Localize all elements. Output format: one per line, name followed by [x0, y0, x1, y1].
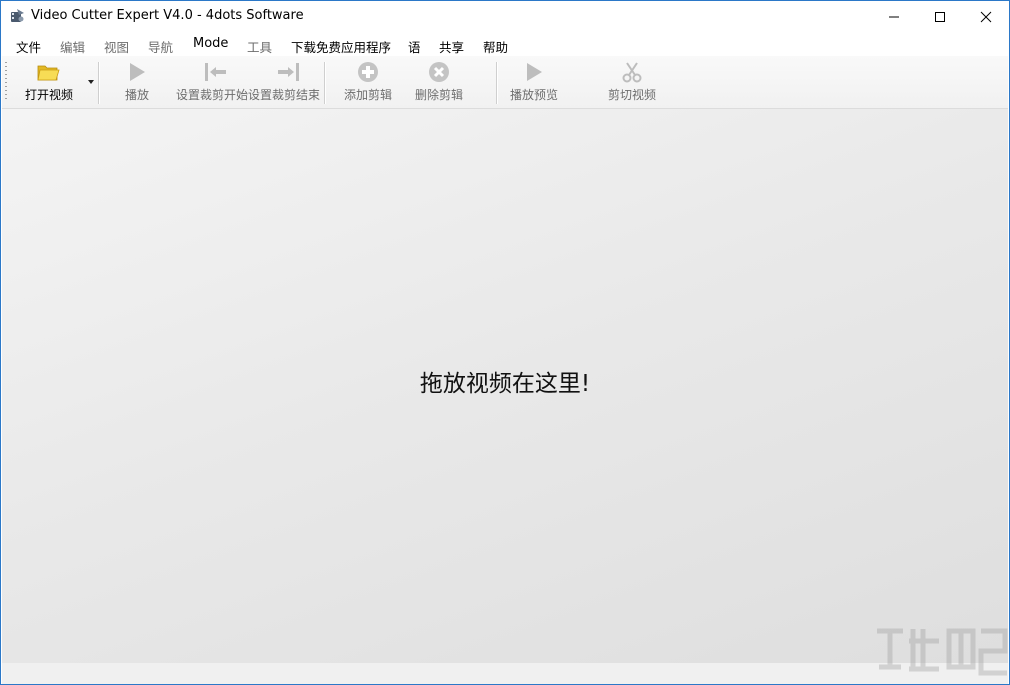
- open-video-button[interactable]: 打开视频: [14, 56, 84, 108]
- title-bar[interactable]: Video Cutter Expert V4.0 - 4dots Softwar…: [1, 1, 1009, 32]
- play-icon: [126, 61, 148, 83]
- toolbar: 打开视频 播放 设置裁剪开始: [2, 56, 1008, 109]
- arrow-right-bar-icon: [276, 61, 298, 83]
- set-cut-end-label: 设置裁剪结束: [248, 86, 320, 103]
- toolbar-separator: [324, 62, 326, 104]
- set-cut-start-button[interactable]: 设置裁剪开始: [176, 56, 248, 108]
- add-cut-label: 添加剪辑: [336, 86, 400, 103]
- toolbar-grip[interactable]: [5, 62, 7, 102]
- delete-cut-button[interactable]: 删除剪辑: [407, 56, 471, 108]
- menu-help[interactable]: 帮助: [483, 37, 508, 56]
- video-drop-area[interactable]: 拖放视频在这里!: [2, 109, 1008, 663]
- cut-video-label: 剪切视频: [600, 86, 664, 103]
- close-icon: [980, 11, 992, 23]
- set-cut-start-label: 设置裁剪开始: [176, 86, 248, 103]
- menu-navigate[interactable]: 导航: [148, 37, 173, 56]
- menu-mode[interactable]: Mode: [193, 36, 228, 51]
- app-window: Video Cutter Expert V4.0 - 4dots Softwar…: [0, 0, 1010, 685]
- play-preview-label: 播放预览: [502, 86, 566, 103]
- minimize-button[interactable]: [871, 1, 917, 32]
- window-title: Video Cutter Expert V4.0 - 4dots Softwar…: [31, 8, 304, 23]
- delete-cut-label: 删除剪辑: [407, 86, 471, 103]
- play-preview-button[interactable]: 播放预览: [502, 56, 566, 108]
- watermark-logo: [873, 621, 1009, 683]
- minimize-icon: [888, 11, 900, 23]
- folder-icon: [36, 61, 58, 83]
- x-circle-icon: [428, 61, 450, 83]
- status-bar: [2, 663, 1008, 684]
- menu-download-free-apps[interactable]: 下载免费应用程序: [291, 37, 391, 56]
- film-icon: [9, 8, 25, 24]
- toolbar-separator: [496, 62, 498, 104]
- drop-hint: 拖放视频在这里!: [2, 364, 1008, 398]
- scissors-icon: [621, 61, 643, 83]
- close-button[interactable]: [963, 1, 1009, 32]
- open-video-dropdown-icon[interactable]: [88, 80, 94, 84]
- set-cut-end-button[interactable]: 设置裁剪结束: [248, 56, 320, 108]
- toolbar-separator: [98, 62, 100, 104]
- play-button[interactable]: 播放: [110, 56, 164, 108]
- menu-language[interactable]: 语: [408, 37, 421, 56]
- plus-circle-icon: [357, 61, 379, 83]
- maximize-button[interactable]: [917, 1, 963, 32]
- menu-bar: 文件 编辑 视图 导航 Mode 工具 下载免费应用程序 语 共享 帮助: [1, 33, 1009, 56]
- menu-edit[interactable]: 编辑: [60, 37, 85, 56]
- menu-tools[interactable]: 工具: [247, 37, 272, 56]
- open-video-label: 打开视频: [14, 86, 84, 103]
- menu-view[interactable]: 视图: [104, 37, 129, 56]
- play-label: 播放: [110, 86, 164, 103]
- menu-file[interactable]: 文件: [16, 37, 41, 56]
- play-icon: [523, 61, 545, 83]
- maximize-icon: [934, 11, 946, 23]
- cut-video-button[interactable]: 剪切视频: [600, 56, 664, 108]
- menu-share[interactable]: 共享: [439, 37, 464, 56]
- add-cut-button[interactable]: 添加剪辑: [336, 56, 400, 108]
- arrow-left-bar-icon: [204, 61, 226, 83]
